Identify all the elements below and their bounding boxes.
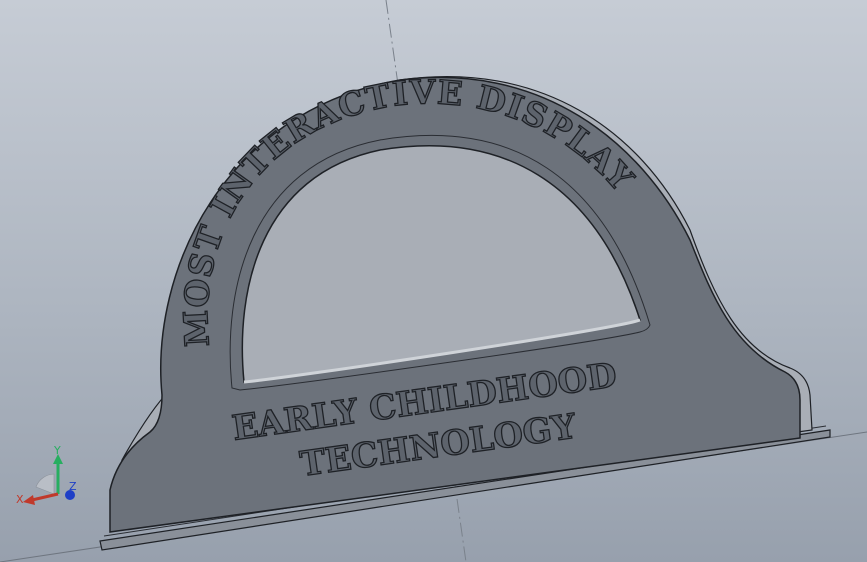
orientation-triad[interactable]: Y X Z bbox=[14, 442, 84, 512]
graphics-area[interactable]: MOST INTERACTIVE DISPLAY EARLY CHILDHOOD… bbox=[0, 0, 867, 562]
x-axis-label: X bbox=[16, 493, 24, 506]
model-view[interactable]: MOST INTERACTIVE DISPLAY EARLY CHILDHOOD… bbox=[0, 0, 867, 562]
triad-plane bbox=[35, 473, 55, 495]
z-axis-label: Z bbox=[69, 480, 77, 493]
y-axis-label: Y bbox=[53, 444, 61, 457]
x-axis bbox=[31, 492, 59, 502]
x-axis-arrow bbox=[23, 495, 35, 505]
